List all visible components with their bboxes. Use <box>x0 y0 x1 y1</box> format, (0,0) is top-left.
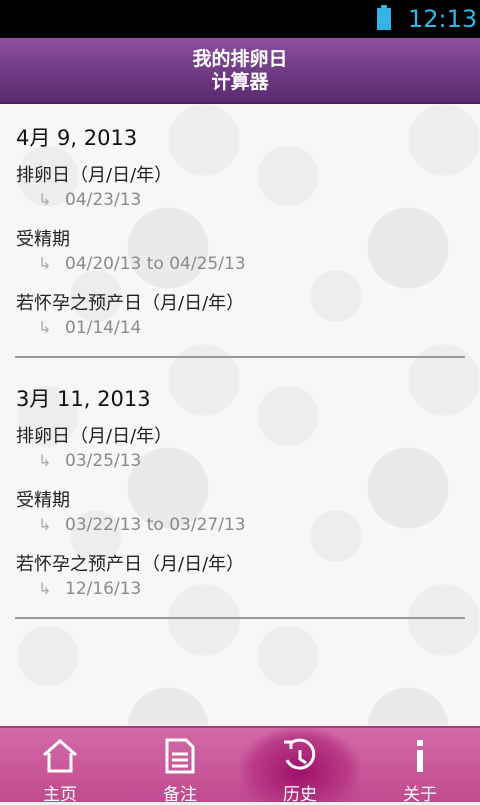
ovulation-value: 04/23/13 <box>65 190 142 210</box>
bottom-nav: 主页 备注 历史 关于 <box>0 726 480 805</box>
notes-icon <box>165 738 195 774</box>
fertile-value: 03/22/13 to 03/27/13 <box>65 515 246 535</box>
app-title-line2: 计算器 <box>211 71 269 93</box>
due-date-label: 若怀孕之预产日（月/日/年） <box>16 554 245 575</box>
nav-home[interactable]: 主页 <box>0 728 120 805</box>
arrow-icon: ↳ <box>38 451 52 470</box>
info-icon <box>417 740 423 772</box>
due-date-value: 01/14/14 <box>65 318 142 338</box>
status-time: 12:13 <box>408 5 478 33</box>
divider <box>15 356 465 358</box>
nav-history[interactable]: 历史 <box>240 728 360 805</box>
status-bar: 12:13 <box>0 0 480 38</box>
entry-date: 3月 11, 2013 <box>16 387 151 411</box>
arrow-icon: ↳ <box>38 318 52 337</box>
nav-about[interactable]: 关于 <box>360 728 480 805</box>
history-icon <box>284 738 316 770</box>
nav-notes-label: 备注 <box>163 785 197 805</box>
ovulation-value: 03/25/13 <box>65 451 142 471</box>
nav-notes[interactable]: 备注 <box>120 728 240 805</box>
history-list[interactable]: 4月 9, 2013 排卵日（月/日/年） ↳ 04/23/13 受精期 ↳ 0… <box>0 104 480 726</box>
due-date-value: 12/16/13 <box>65 579 142 599</box>
fertile-value: 04/20/13 to 04/25/13 <box>65 254 246 274</box>
home-icon <box>43 739 77 773</box>
nav-history-label: 历史 <box>283 785 317 805</box>
ovulation-label: 排卵日（月/日/年） <box>16 426 173 447</box>
due-date-label: 若怀孕之预产日（月/日/年） <box>16 293 245 314</box>
arrow-icon: ↳ <box>38 254 52 273</box>
app-title-line1: 我的排卵日 <box>192 48 288 70</box>
entry-date: 4月 9, 2013 <box>16 126 138 150</box>
divider <box>15 617 465 619</box>
battery-icon <box>377 5 391 30</box>
arrow-icon: ↳ <box>38 515 52 534</box>
fertile-label: 受精期 <box>16 490 70 511</box>
nav-home-label: 主页 <box>43 785 77 805</box>
title-bar: 我的排卵日 计算器 <box>0 38 480 104</box>
fertile-label: 受精期 <box>16 229 70 250</box>
arrow-icon: ↳ <box>38 190 52 209</box>
nav-about-label: 关于 <box>403 785 437 805</box>
arrow-icon: ↳ <box>38 579 52 598</box>
ovulation-label: 排卵日（月/日/年） <box>16 165 173 186</box>
